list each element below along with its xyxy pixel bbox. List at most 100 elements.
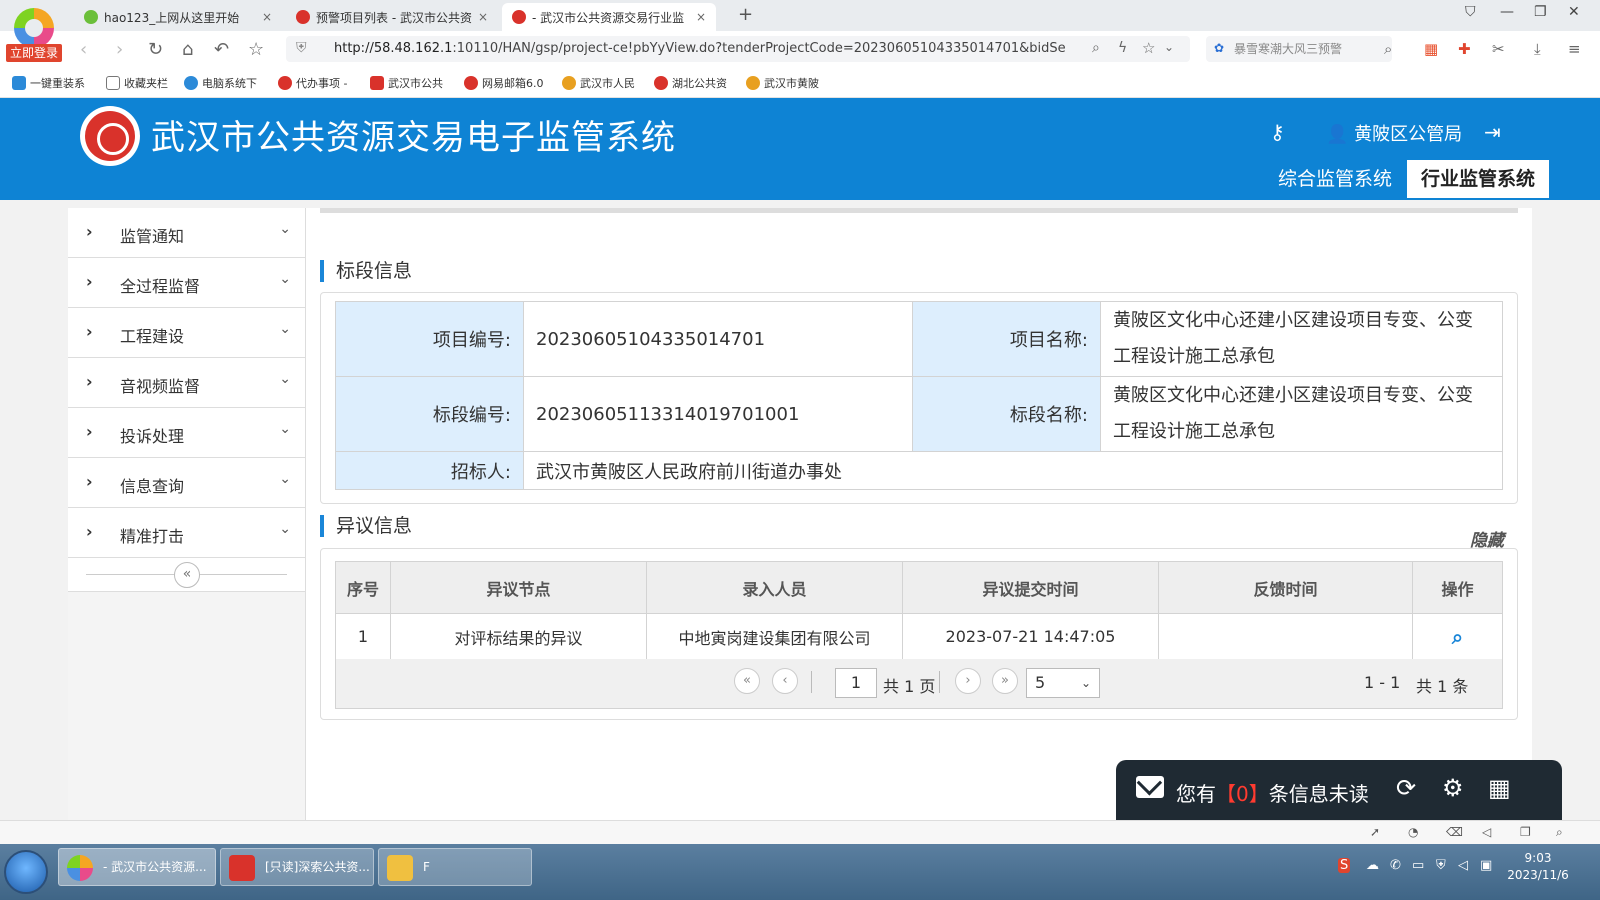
project-code-label: 项目编号: [335, 301, 524, 377]
unread-count: 【0】 [1216, 782, 1269, 806]
new-tab-button[interactable]: + [738, 4, 753, 25]
rocket-icon[interactable]: ➚ [1370, 825, 1380, 839]
star-icon[interactable]: ☆ [248, 39, 264, 60]
user-menu[interactable]: 👤 黄陂区公管局 [1326, 120, 1462, 146]
chevron-down-icon[interactable]: ⌄ [1164, 40, 1174, 54]
page-size-select[interactable]: 5 ⌄ [1026, 668, 1100, 698]
next-page-button[interactable]: › [955, 668, 981, 694]
baidu-paw-icon: ✿ [1214, 41, 1225, 55]
speaker-muted-icon[interactable]: ◁ [1458, 858, 1468, 873]
browser-logo[interactable]: 立即登录 [6, 6, 62, 62]
bookmark-folder[interactable]: 收藏夹栏 [106, 75, 168, 91]
chevron-down-icon: ⌄ [1080, 676, 1091, 690]
chevron-right-icon: › [86, 372, 93, 391]
back-icon[interactable]: ‹ [80, 39, 87, 60]
col-header-feedback-time: 反馈时间 [1158, 561, 1413, 614]
wechat-icon[interactable]: ✆ [1390, 858, 1401, 873]
prev-page-button[interactable]: ‹ [772, 668, 798, 694]
download-icon[interactable]: ⤓ [1534, 40, 1541, 58]
forward-icon[interactable]: › [116, 39, 123, 60]
shield-icon[interactable]: ⛨ [296, 40, 307, 56]
tab-industry-supervision[interactable]: 行业监管系统 [1407, 160, 1549, 198]
trash-icon[interactable]: ⌫ [1446, 825, 1463, 839]
page-number-input[interactable]: 1 [835, 668, 877, 698]
search-input[interactable]: 暴雪寒潮大风三预警 [1206, 36, 1392, 62]
search-icon[interactable]: ⌕ [1384, 40, 1392, 58]
tenderer-value: 武汉市黄陂区人民政府前川街道办事处 [523, 451, 1503, 490]
wps-icon [229, 855, 255, 881]
apps-grid-icon[interactable]: ▦ [1424, 40, 1438, 58]
taskbar-item-wps[interactable]: [只读]深索公共资... [220, 848, 374, 886]
bookmark-item[interactable]: 代办事项 - [278, 75, 347, 91]
restore-icon[interactable]: ❐ [1534, 4, 1547, 20]
key-icon[interactable]: ⚷ [1270, 120, 1285, 144]
speed-icon[interactable]: ◔ [1408, 825, 1418, 839]
volume-icon[interactable]: ◁ [1482, 825, 1491, 839]
sogou-input-icon[interactable]: S [1338, 858, 1351, 873]
login-button[interactable]: 立即登录 [6, 44, 62, 62]
refresh-icon[interactable]: ↻ [148, 39, 163, 60]
bookmark-item[interactable]: 武汉市黄陂 [746, 75, 819, 91]
view-detail-search-icon[interactable]: ⌕ [1452, 625, 1463, 649]
objection-panel: 序号 异议节点 录入人员 异议提交时间 反馈时间 操作 1 对评标结果的异议 中… [320, 548, 1518, 720]
zoom-icon[interactable]: ⌕ [1092, 40, 1100, 56]
bookmark-item[interactable]: 武汉市公共 [370, 75, 443, 91]
start-button[interactable] [4, 850, 48, 894]
tab-comprehensive-supervision[interactable]: 综合监管系统 [1262, 160, 1408, 198]
sidebar-item-complaint[interactable]: › 投诉处理 ⌄ [68, 408, 305, 458]
taskbar-item-folder[interactable]: F [378, 848, 532, 886]
undo-icon[interactable]: ↶ [214, 39, 229, 60]
home-icon[interactable]: ⌂ [182, 39, 193, 60]
page-size-value: 5 [1035, 673, 1046, 692]
sidebar-item-construction[interactable]: › 工程建设 ⌄ [68, 308, 305, 358]
url-input[interactable]: http://58.48.162.1:10110/HAN/gsp/project… [286, 36, 1190, 62]
sidebar-item-process[interactable]: › 全过程监督 ⌄ [68, 258, 305, 308]
scissors-icon[interactable]: ✂ [1492, 40, 1505, 58]
first-page-button[interactable]: « [734, 668, 760, 694]
browser-tab-active[interactable]: - 武汉市公共资源交易行业监 × [502, 3, 716, 31]
game-icon[interactable]: ✚ [1458, 40, 1471, 58]
battery-icon[interactable]: ▭ [1412, 858, 1424, 873]
close-icon[interactable]: × [262, 10, 272, 24]
favorite-icon[interactable]: ☆ [1142, 39, 1155, 57]
bookmark-item[interactable]: 一键重装系 [12, 75, 85, 91]
shield-icon[interactable]: ⛨ [1436, 858, 1446, 873]
sidebar-item-precision[interactable]: › 精准打击 ⌄ [68, 508, 305, 558]
collapse-sidebar-button[interactable]: « [174, 562, 200, 588]
browser-tab-hao123[interactable]: hao123_上网从这里开始 × [74, 3, 282, 31]
tab-label: hao123_上网从这里开始 [104, 10, 240, 25]
close-window-icon[interactable]: ✕ [1568, 4, 1580, 20]
lightning-icon[interactable]: ϟ [1118, 40, 1127, 56]
window-icon[interactable]: ❐ [1520, 825, 1531, 839]
unread-message-text[interactable]: 您有【0】条信息未读 [1176, 778, 1369, 807]
bookmark-item[interactable]: 网易邮箱6.0 [464, 75, 544, 91]
zoom-icon[interactable]: ⌕ [1556, 825, 1563, 840]
bookmark-item[interactable]: 湖北公共资 [654, 75, 727, 91]
section-title-objection: 异议信息 [320, 515, 412, 537]
col-header-no: 序号 [335, 561, 391, 614]
bookmark-item[interactable]: 武汉市人民 [562, 75, 635, 91]
gear-icon[interactable]: ⚙ [1442, 774, 1464, 802]
unread-message-bar[interactable]: 您有【0】条信息未读 ⟳ ⚙ ▦ [1116, 760, 1562, 820]
bookmark-item[interactable]: 电脑系统下 [184, 75, 257, 91]
menu-icon[interactable]: ≡ [1568, 40, 1581, 58]
project-code-value: 20230605104335014701 [523, 301, 913, 377]
cloud-icon[interactable]: ☁ [1366, 858, 1379, 873]
system-clock[interactable]: 9:03 2023/11/6 [1500, 850, 1576, 884]
apps-grid-icon[interactable]: ▦ [1488, 774, 1511, 802]
network-icon[interactable]: ▣ [1480, 858, 1492, 873]
browser-tab-warning-list[interactable]: 预警项目列表 - 武汉市公共资 × [286, 3, 498, 31]
last-page-button[interactable]: » [992, 668, 1018, 694]
refresh-icon[interactable]: ⟳ [1396, 774, 1416, 802]
logout-icon[interactable]: ⇥ [1484, 120, 1501, 144]
taskbar-item-browser[interactable]: - 武汉市公共资源... [58, 848, 216, 886]
pagination-bar: « ‹ 1 共 1 页 › » 5 ⌄ 1 - 1 共 1 条 [335, 659, 1503, 709]
sidebar-item-av[interactable]: › 音视频监督 ⌄ [68, 358, 305, 408]
close-icon[interactable]: × [478, 10, 488, 24]
minimize-icon[interactable]: — [1500, 4, 1514, 20]
close-icon[interactable]: × [696, 10, 706, 24]
sidebar-item-query[interactable]: › 信息查询 ⌄ [68, 458, 305, 508]
shirt-skin-icon[interactable]: ⛉ [1465, 4, 1476, 20]
sidebar-item-notice[interactable]: › 监管通知 ⌄ [68, 208, 305, 258]
sidebar-item-label: 音视频监督 [120, 377, 201, 396]
